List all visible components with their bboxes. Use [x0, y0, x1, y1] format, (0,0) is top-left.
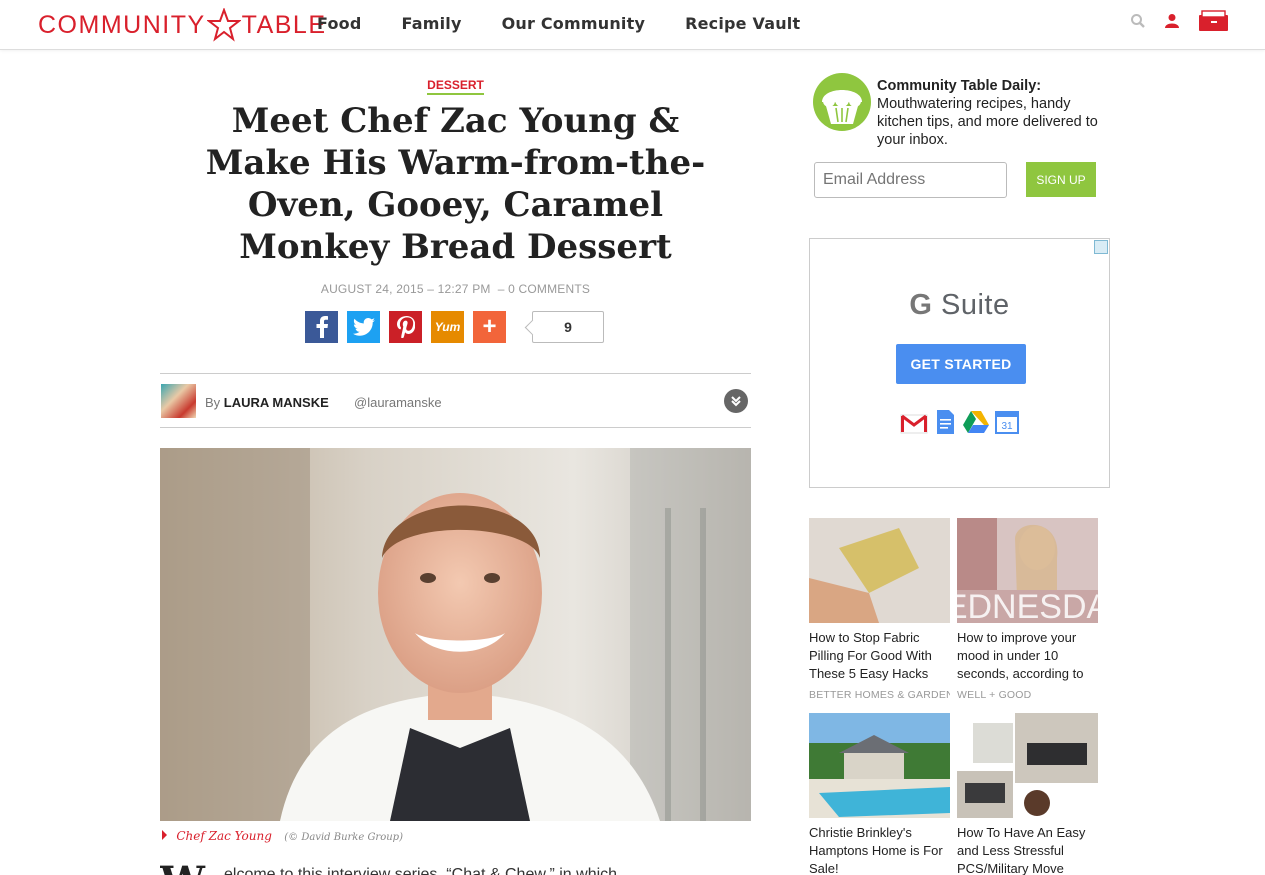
author-avatar[interactable]: [161, 384, 196, 418]
recommended-title[interactable]: Christie Brinkley's Hamptons Home is For…: [809, 824, 950, 875]
caption-credit: (© David Burke Group): [284, 832, 403, 843]
logo-text-community: COMMUNITY: [38, 10, 206, 39]
recommended-thumb-mood[interactable]: EDNESDA: [957, 518, 1098, 623]
article-body: W elcome to this interview series, “Chat…: [160, 858, 751, 875]
image-caption: Chef Zac Young (© David Burke Group): [162, 829, 403, 843]
recommended-thumb-fabric[interactable]: [809, 518, 950, 623]
newsletter-text: Community Table Daily: Mouthwatering rec…: [877, 77, 1107, 149]
caption-arrow-icon: [162, 830, 167, 840]
recommended-source: WELL + GOOD: [957, 689, 1032, 701]
recipe-box-icon[interactable]: [1198, 10, 1229, 32]
recommended-thumb-military-move[interactable]: [957, 713, 1098, 818]
signup-button[interactable]: SIGN UP: [1026, 162, 1096, 197]
email-field[interactable]: [814, 162, 1007, 198]
twitter-share-button[interactable]: [347, 311, 380, 343]
author-name-link[interactable]: LAURA MANSKE: [224, 395, 329, 410]
newsletter-description: Mouthwatering recipes, handy kitchen tip…: [877, 96, 1098, 148]
body-dropcap: W: [160, 862, 205, 875]
google-drive-icon: [963, 411, 989, 433]
author-credit: By LAURA MANSKE: [205, 395, 329, 410]
ad-brand: G Suite: [810, 289, 1109, 322]
meta-separator: –: [494, 282, 509, 296]
search-icon[interactable]: [1130, 13, 1146, 29]
newsletter-title: Community Table Daily:: [877, 78, 1042, 94]
google-calendar-icon: 31: [995, 411, 1019, 434]
recommended-item[interactable]: EDNESDA How to improve your mood in unde…: [957, 518, 1098, 701]
double-chevron-down-icon: [731, 396, 741, 407]
ad-get-started-button[interactable]: GET STARTED: [896, 344, 1026, 384]
ad-app-icons: 31: [900, 409, 1024, 435]
article-category: DESSERT: [160, 76, 751, 95]
svg-text:EDNESDA: EDNESDA: [957, 588, 1098, 623]
nav-our-community[interactable]: Our Community: [502, 14, 645, 33]
nav-food[interactable]: Food: [317, 14, 362, 33]
google-docs-icon: [937, 410, 954, 434]
ad-brand-g: G: [909, 289, 933, 321]
comments-link[interactable]: 0 COMMENTS: [508, 282, 590, 296]
article-title: Meet Chef Zac Young & Make His Warm-from…: [205, 101, 706, 267]
recommended-item[interactable]: How To Have An Easy and Less Stressful P…: [957, 713, 1098, 875]
expand-author-button[interactable]: [724, 389, 748, 413]
recommended-thumb-hamptons[interactable]: [809, 713, 950, 818]
caption-name: Chef Zac Young: [176, 829, 272, 843]
logo-text-table: TABLE: [241, 10, 327, 39]
yummly-share-button[interactable]: Yum: [431, 311, 464, 343]
recommended-item[interactable]: How to Stop Fabric Pilling For Good With…: [809, 518, 950, 701]
user-icon[interactable]: [1164, 13, 1180, 29]
nav-recipe-vault[interactable]: Recipe Vault: [685, 14, 800, 33]
article-meta: AUGUST 24, 2015 – 12:27 PM – 0 COMMENTS: [160, 282, 751, 296]
gmail-icon: [900, 414, 928, 434]
article-date: AUGUST 24, 2015 – 12:27 PM: [320, 282, 491, 296]
plus-icon: +: [482, 313, 497, 340]
header-actions: [1112, 10, 1229, 32]
author-twitter-handle[interactable]: @lauramanske: [354, 395, 442, 410]
share-bar: Yum + 9: [305, 311, 604, 343]
share-count: 9: [532, 311, 604, 343]
recommended-source: BETTER HOMES & GARDENS: [809, 689, 950, 701]
twitter-icon: [352, 318, 375, 336]
author-byline: By LAURA MANSKE @lauramanske: [160, 373, 751, 428]
by-prefix: By: [205, 395, 221, 410]
pinterest-share-button[interactable]: [389, 311, 422, 343]
nav-family[interactable]: Family: [402, 14, 462, 33]
main-nav: Food Family Our Community Recipe Vault: [317, 14, 840, 33]
adchoices-icon[interactable]: [1094, 240, 1108, 254]
ad-gsuite[interactable]: G Suite GET STARTED 31: [809, 238, 1110, 488]
body-first-line: elcome to this interview series, “Chat &…: [224, 866, 618, 875]
recommended-item[interactable]: Christie Brinkley's Hamptons Home is For…: [809, 713, 950, 875]
recommended-title[interactable]: How to improve your mood in under 10 sec…: [957, 629, 1098, 683]
hero-image-chef: [160, 448, 751, 821]
site-logo[interactable]: COMMUNITY TABLE: [38, 6, 327, 44]
recommended-title[interactable]: How to Stop Fabric Pilling For Good With…: [809, 629, 950, 683]
logo-star-icon: [206, 8, 241, 42]
top-navigation-bar: COMMUNITY TABLE Food Family Our Communit…: [0, 0, 1265, 50]
category-link[interactable]: DESSERT: [427, 78, 484, 95]
addthis-more-button[interactable]: +: [473, 311, 506, 343]
facebook-icon: [316, 316, 328, 338]
calendar-day: 31: [1001, 421, 1013, 432]
facebook-share-button[interactable]: [305, 311, 338, 343]
pinterest-icon: [396, 316, 415, 338]
yummly-label: Yum: [434, 320, 461, 334]
cupcake-icon: [813, 73, 871, 131]
recommended-title[interactable]: How To Have An Easy and Less Stressful P…: [957, 824, 1098, 875]
ad-brand-name: Suite: [932, 289, 1010, 321]
